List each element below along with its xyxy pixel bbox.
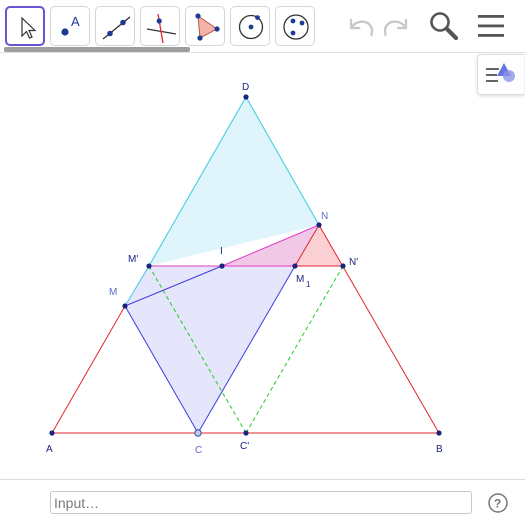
cursor-arrow-icon	[21, 16, 37, 39]
graphics-view[interactable]: D N I M' N' M 1 M A B C C'	[0, 53, 525, 479]
point-a	[49, 430, 55, 436]
circle-three-points-tool-button[interactable]	[275, 6, 315, 46]
point-i	[219, 263, 225, 269]
point-n	[316, 222, 322, 228]
toolbar: A	[0, 0, 525, 52]
point-m	[122, 303, 128, 309]
label-b: B	[436, 444, 443, 455]
line-through-points-icon	[102, 16, 131, 40]
label-m1: M	[296, 274, 304, 285]
label-n: N	[321, 211, 328, 222]
label-cprime: C'	[240, 441, 249, 452]
hamburger-menu-icon	[478, 15, 504, 37]
undo-icon	[349, 18, 374, 37]
label-mprime: M'	[128, 254, 138, 265]
point-m1	[292, 263, 298, 269]
style-bar-icon	[486, 63, 515, 82]
search-button[interactable]	[426, 8, 462, 44]
point-cprime	[243, 430, 249, 436]
point-c	[194, 429, 202, 437]
algebra-input-bar: ?	[0, 479, 525, 525]
point-mprime	[146, 263, 152, 269]
label-a: A	[46, 444, 53, 455]
polygon-tool-button[interactable]	[185, 6, 225, 46]
style-bar-toggle[interactable]	[477, 54, 524, 95]
perpendicular-line-tool-button[interactable]	[140, 6, 180, 46]
search-icon	[430, 12, 459, 41]
label-m: M	[109, 287, 117, 298]
redo-icon	[383, 18, 408, 37]
algebra-input-field[interactable]	[50, 491, 472, 514]
undo-button[interactable]	[342, 8, 378, 44]
segment-n-b	[318, 224, 440, 434]
move-tool-button[interactable]	[5, 6, 45, 46]
segment-a-m	[51, 305, 126, 434]
input-help-button[interactable]: ?	[487, 492, 509, 514]
circle-center-point-icon	[238, 14, 264, 40]
label-nprime: N'	[349, 257, 358, 268]
label-i: I	[220, 246, 223, 257]
circle-tool-button[interactable]	[230, 6, 270, 46]
line-tool-button[interactable]	[95, 6, 135, 46]
point-d	[243, 94, 249, 100]
label-d: D	[242, 82, 249, 93]
point-tool-label: A	[71, 14, 80, 29]
construction-drawing: D N I M' N' M 1 M A B C C'	[46, 82, 443, 456]
point-nprime	[340, 263, 346, 269]
redo-button[interactable]	[379, 8, 415, 44]
label-c: C	[195, 445, 202, 456]
label-m1-subscript: 1	[306, 280, 311, 289]
polygon-icon	[195, 13, 220, 41]
circle-three-points-icon	[283, 14, 309, 40]
point-b	[436, 430, 442, 436]
main-menu-button[interactable]	[473, 8, 509, 44]
point-tool-button[interactable]: A	[50, 6, 90, 46]
help-circle-icon: ?	[488, 493, 508, 513]
perpendicular-line-icon	[146, 13, 177, 44]
point-icon: A	[61, 14, 80, 36]
help-label: ?	[494, 497, 501, 511]
